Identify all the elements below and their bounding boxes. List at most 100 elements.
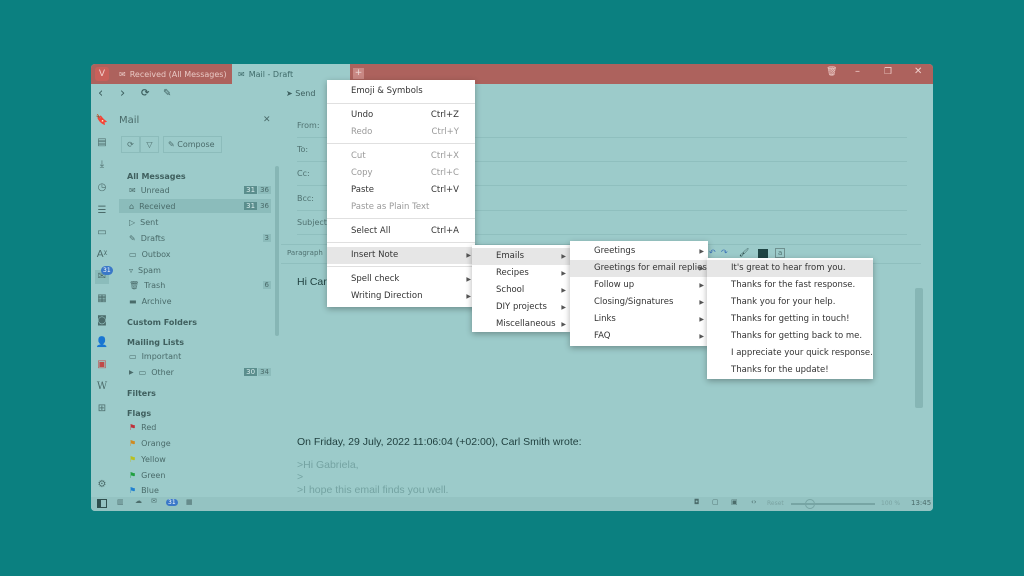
menu-item-copy[interactable]: Copy Ctrl+C bbox=[327, 165, 475, 182]
flag-yellow[interactable]: ⚑ Yellow bbox=[129, 452, 271, 466]
reply-note[interactable]: Thanks for the fast response. bbox=[707, 277, 873, 294]
window-icon[interactable]: ▭ bbox=[95, 226, 109, 240]
new-tab-button[interactable]: + bbox=[353, 68, 364, 79]
zoom-slider[interactable] bbox=[791, 499, 875, 509]
zoom-reset-button[interactable]: Reset bbox=[767, 500, 784, 507]
vivaldi-logo[interactable]: V bbox=[95, 67, 109, 81]
add-panel-icon[interactable]: ⊞ bbox=[95, 402, 109, 416]
list-other[interactable]: ▶ ▭ Other 30 34 bbox=[129, 365, 271, 379]
email-note-group[interactable]: Greetings for email replies ▶ bbox=[570, 260, 708, 277]
reply-note[interactable]: It's great to hear from you. bbox=[707, 260, 873, 277]
menu-item-cut[interactable]: Cut Ctrl+X bbox=[327, 148, 475, 165]
send-button[interactable]: ➤ Send bbox=[286, 89, 315, 98]
folder-received[interactable]: ⌂ Received 31 36 bbox=[119, 199, 271, 213]
email-note-group[interactable]: Links ▶ bbox=[570, 311, 708, 328]
forward-button[interactable]: › bbox=[120, 86, 125, 101]
reply-note[interactable]: I appreciate your quick response. bbox=[707, 345, 873, 362]
note-category[interactable]: Recipes ▶ bbox=[472, 265, 570, 282]
history-icon[interactable]: ◷ bbox=[95, 181, 109, 195]
panel-scrollbar[interactable] bbox=[275, 166, 279, 336]
menu-item-paste-as-plain-text[interactable]: Paste as Plain Text bbox=[327, 199, 475, 216]
filter-button[interactable]: ▽ bbox=[140, 136, 159, 153]
close-button[interactable]: ✕ bbox=[914, 66, 922, 77]
menu-item-undo[interactable]: Undo Ctrl+Z bbox=[327, 107, 475, 124]
email-note-group[interactable]: FAQ ▶ bbox=[570, 328, 708, 345]
brush-icon[interactable]: 🖌 bbox=[739, 248, 749, 257]
reading-list-icon[interactable]: ▤ bbox=[95, 136, 109, 150]
mailing-lists-heading[interactable]: Mailing Lists bbox=[127, 338, 184, 347]
menu-item-spell-check[interactable]: Spell check ▶ bbox=[327, 271, 475, 288]
mail-status-icon[interactable]: ✉ bbox=[151, 497, 157, 505]
panel-toggle-icon[interactable] bbox=[97, 499, 107, 508]
note-category[interactable]: Miscellaneous ▶ bbox=[472, 316, 570, 333]
custom-folders-heading[interactable]: Custom Folders bbox=[127, 318, 197, 327]
menu-item-insert-note[interactable]: Insert Note ▶ bbox=[327, 247, 475, 264]
sync-icon[interactable]: ☁ bbox=[135, 497, 142, 505]
capture-icon[interactable]: ◘ bbox=[694, 498, 700, 506]
undo-icon[interactable]: ↶ bbox=[709, 248, 716, 257]
folder-trash[interactable]: 🗑 Trash 6 bbox=[129, 278, 271, 292]
menu-item-writing-direction[interactable]: Writing Direction ▶ bbox=[327, 288, 475, 305]
settings-icon[interactable]: ⚙ bbox=[95, 478, 109, 492]
reply-note[interactable]: Thanks for getting back to me. bbox=[707, 328, 873, 345]
emails-submenu: Greetings ▶ Greetings for email replies ▶ Fo… bbox=[570, 241, 708, 346]
flag-blue[interactable]: ⚑ Blue bbox=[129, 483, 271, 497]
compose-button[interactable]: ✎ Compose bbox=[163, 136, 222, 153]
folder-archive[interactable]: ▬ Archive bbox=[129, 294, 271, 308]
translate-icon[interactable]: Aᵡ bbox=[95, 248, 109, 262]
filters-heading[interactable]: Filters bbox=[127, 389, 156, 398]
flags-heading[interactable]: Flags bbox=[127, 409, 151, 418]
tab-received[interactable]: ✉ Received (All Messages) bbox=[113, 64, 232, 84]
reload-icon[interactable]: ⟳ bbox=[141, 88, 149, 99]
note-category[interactable]: Emails ▶ bbox=[472, 248, 570, 265]
folder-unread[interactable]: ✉ Unread 31 36 bbox=[129, 183, 271, 197]
menu-item-select-all[interactable]: Select All Ctrl+A bbox=[327, 223, 475, 240]
code-icon[interactable]: ‹› bbox=[751, 498, 757, 506]
calendar-status-icon[interactable]: ▦ bbox=[186, 498, 193, 506]
flag-orange[interactable]: ⚑ Orange bbox=[129, 436, 271, 450]
email-note-group[interactable]: Follow up ▶ bbox=[570, 277, 708, 294]
flag-green[interactable]: ⚑ Green bbox=[129, 468, 271, 482]
mail-icon[interactable]: ✉ 31 bbox=[95, 266, 113, 284]
all-messages-heading[interactable]: All Messages bbox=[127, 172, 186, 181]
image-icon[interactable]: ▣ bbox=[731, 498, 738, 506]
reply-note[interactable]: Thanks for getting in touch! bbox=[707, 311, 873, 328]
flag-red[interactable]: ⚑ Red bbox=[129, 420, 271, 434]
folder-sent[interactable]: ▷ Sent bbox=[129, 215, 271, 229]
list-important[interactable]: ▭ Important bbox=[129, 349, 271, 363]
body-scrollbar[interactable] bbox=[915, 278, 923, 494]
folder-outbox[interactable]: ▭ Outbox bbox=[129, 247, 271, 261]
close-panel-icon[interactable]: ✕ bbox=[263, 115, 271, 125]
folder-spam[interactable]: ▿ Spam bbox=[129, 263, 271, 277]
menu-item-emoji-symbols[interactable]: Emoji & Symbols bbox=[327, 83, 475, 100]
reply-note[interactable]: Thanks for the update! bbox=[707, 362, 873, 379]
tiling-icon[interactable]: ▢ bbox=[712, 498, 719, 506]
tile-icon[interactable]: ▥ bbox=[117, 498, 124, 506]
refresh-button[interactable]: ⟳ bbox=[121, 136, 140, 153]
reply-note[interactable]: Thank you for your help. bbox=[707, 294, 873, 311]
edit-icon[interactable]: ✎ bbox=[163, 88, 171, 99]
highlight-button[interactable]: a bbox=[775, 248, 786, 258]
vivaldi-icon[interactable]: ▣ bbox=[95, 358, 109, 372]
minimize-button[interactable]: – bbox=[855, 66, 860, 77]
download-icon[interactable]: ⤓ bbox=[95, 158, 109, 172]
note-category[interactable]: School ▶ bbox=[472, 282, 570, 299]
calendar-icon[interactable]: ▦ bbox=[95, 292, 109, 306]
menu-item-paste[interactable]: Paste Ctrl+V bbox=[327, 182, 475, 199]
trash-icon[interactable]: 🗑 bbox=[826, 67, 837, 77]
notes-icon[interactable]: ☰ bbox=[95, 204, 109, 218]
email-note-group[interactable]: Greetings ▶ bbox=[570, 243, 708, 260]
contacts-icon[interactable]: 👤 bbox=[95, 336, 109, 350]
expand-icon[interactable]: ▶ bbox=[129, 369, 134, 376]
folder-drafts[interactable]: ✎ Drafts 3 bbox=[129, 231, 271, 245]
restore-button[interactable]: ❐ bbox=[884, 67, 892, 77]
paragraph-select[interactable]: Paragraph bbox=[287, 249, 323, 257]
email-note-group[interactable]: Closing/Signatures ▶ bbox=[570, 294, 708, 311]
back-button[interactable]: ‹ bbox=[98, 86, 103, 101]
menu-item-redo[interactable]: Redo Ctrl+Y bbox=[327, 124, 475, 141]
bookmark-icon[interactable]: 🔖 bbox=[95, 114, 109, 128]
redo-icon[interactable]: ↷ bbox=[721, 248, 728, 257]
wikipedia-icon[interactable]: W bbox=[95, 380, 109, 394]
note-category[interactable]: DIY projects ▶ bbox=[472, 299, 570, 316]
feed-icon[interactable]: ◙ bbox=[95, 314, 109, 328]
